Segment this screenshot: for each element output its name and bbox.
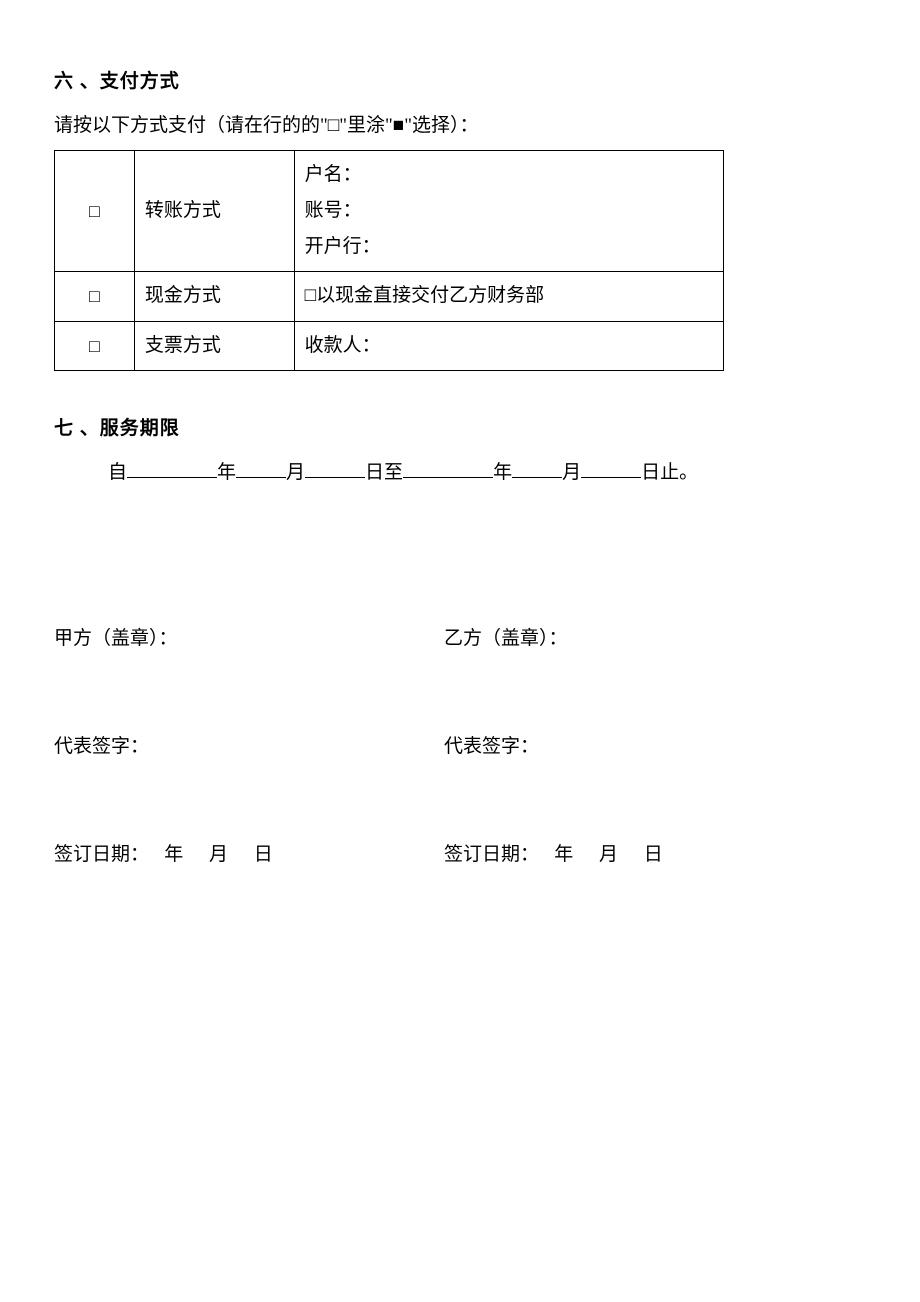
detail-transfer: 户名： 账号： 开户行： [294,151,723,272]
rep-sign-row: 代表签字： 代表签字： [54,729,866,765]
day-unit-a: 日 [243,837,283,873]
start-month-field[interactable] [236,457,286,478]
rep-sign-a: 代表签字： [54,729,444,765]
account-number-label: 账号： [305,193,713,229]
table-row: □ 现金方式 □以现金直接交付乙方财务部 [55,272,724,321]
end-month-field[interactable] [512,457,562,478]
end-year-field[interactable] [403,457,493,478]
party-a-seal: 甲方（盖章）： [54,621,444,657]
day-end-label: 日止。 [641,462,698,483]
detail-cheque: 收款人： [294,321,723,370]
period-prefix: 自 [108,462,127,483]
month-label-2: 月 [562,462,581,483]
month-label-1: 月 [286,462,305,483]
payment-instruction: 请按以下方式支付（请在行的的"□"里涂"■"选择）： [54,108,866,144]
month-unit-a: 月 [199,837,239,873]
sign-date-b: 签订日期： 年 月 日 [444,837,866,873]
detail-cash: □以现金直接交付乙方财务部 [294,272,723,321]
checkbox-cheque[interactable]: □ [55,321,135,370]
section-7-title: 七 、服务期限 [54,411,866,447]
table-row: □ 支票方式 收款人： [55,321,724,370]
table-row: □ 转账方式 户名： 账号： 开户行： [55,151,724,272]
signature-block: 甲方（盖章）： 乙方（盖章）： 代表签字： 代表签字： 签订日期： 年 月 日 … [54,621,866,873]
sign-date-b-label: 签订日期： [444,844,539,865]
year-unit-b: 年 [544,837,584,873]
year-unit-a: 年 [154,837,194,873]
sign-date-a-label: 签订日期： [54,844,149,865]
day-to-label: 日至 [365,462,403,483]
day-unit-b: 日 [633,837,673,873]
payment-table: □ 转账方式 户名： 账号： 开户行： □ 现金方式 □以现金直接交付乙方财务部… [54,150,724,370]
method-transfer: 转账方式 [134,151,294,272]
sign-date-a: 签订日期： 年 月 日 [54,837,444,873]
year-label-1: 年 [217,462,236,483]
checkbox-cash[interactable]: □ [55,272,135,321]
month-unit-b: 月 [589,837,629,873]
year-label-2: 年 [493,462,512,483]
checkbox-transfer[interactable]: □ [55,151,135,272]
section-6-title: 六 、支付方式 [54,64,866,100]
rep-sign-b: 代表签字： [444,729,866,765]
start-day-field[interactable] [305,457,365,478]
method-cash: 现金方式 [134,272,294,321]
seal-row: 甲方（盖章）： 乙方（盖章）： [54,621,866,657]
bank-label: 开户行： [305,229,713,265]
service-period-line: 自 年 月 日至 年 月 日止。 [108,455,866,491]
end-day-field[interactable] [581,457,641,478]
sign-date-row: 签订日期： 年 月 日 签订日期： 年 月 日 [54,837,866,873]
start-year-field[interactable] [127,457,217,478]
account-name-label: 户名： [305,157,713,193]
method-cheque: 支票方式 [134,321,294,370]
party-b-seal: 乙方（盖章）： [444,621,866,657]
